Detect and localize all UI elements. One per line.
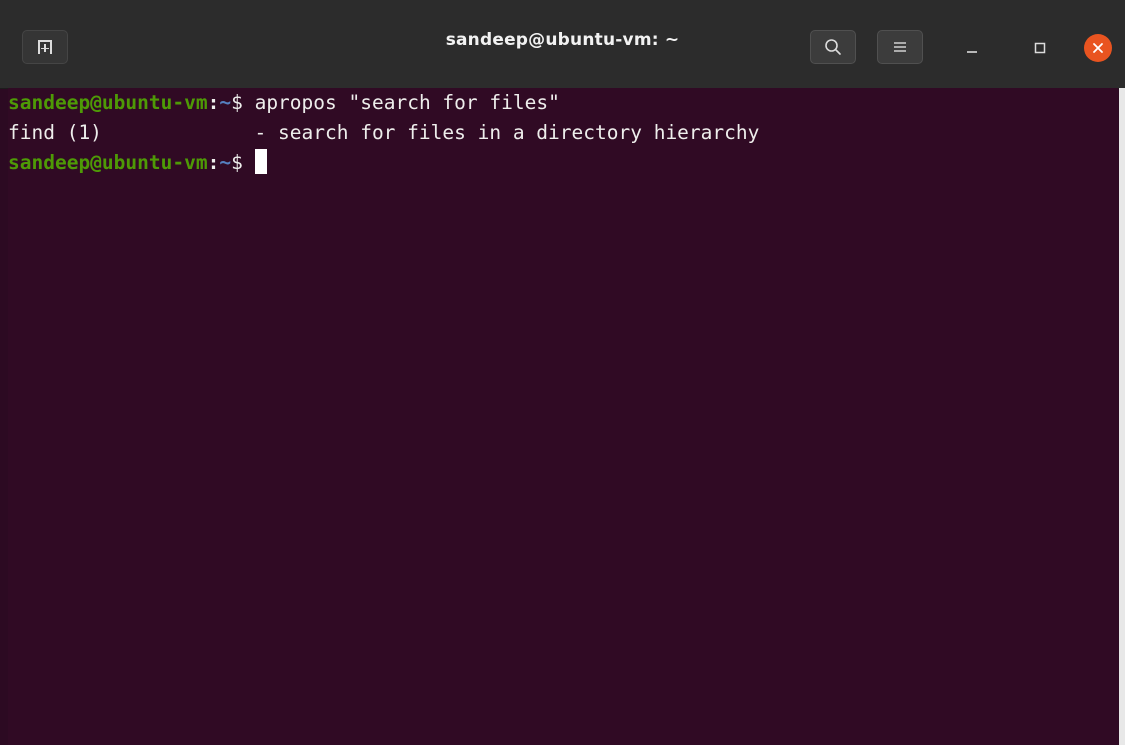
- terminal-output[interactable]: sandeep@ubuntu-vm:~$ apropos "search for…: [8, 88, 1118, 745]
- close-button[interactable]: [1084, 34, 1112, 62]
- prompt-colon: :: [207, 91, 220, 114]
- prompt-user-host: sandeep@ubuntu-vm: [8, 151, 208, 174]
- scrollbar[interactable]: [1119, 88, 1125, 745]
- prompt-user-host: sandeep@ubuntu-vm: [8, 91, 208, 114]
- terminal-window: sandeep@ubuntu-vm: ~ sandeep@ubuntu-vm:~…: [0, 0, 1125, 745]
- hamburger-menu-icon: [894, 42, 906, 52]
- search-icon: [825, 39, 841, 55]
- minimize-icon: [967, 51, 977, 53]
- prompt-sign: $: [231, 151, 255, 174]
- maximize-icon: [1034, 42, 1046, 54]
- command-text: apropos "search for files": [254, 91, 560, 114]
- titlebar[interactable]: sandeep@ubuntu-vm: ~: [0, 0, 1125, 89]
- prompt-path: ~: [219, 151, 232, 174]
- prompt-path: ~: [219, 91, 232, 114]
- window-title: sandeep@ubuntu-vm: ~: [445, 30, 680, 50]
- close-icon: [1093, 43, 1103, 53]
- terminal-line-command: sandeep@ubuntu-vm:~$ apropos "search for…: [8, 88, 1118, 118]
- menu-button[interactable]: [877, 30, 923, 64]
- prompt-colon: :: [207, 151, 220, 174]
- text-cursor: [254, 149, 267, 174]
- search-button[interactable]: [810, 30, 856, 64]
- minimize-button[interactable]: [958, 34, 986, 62]
- terminal-line-output: find (1) - search for files in a directo…: [8, 121, 760, 144]
- prompt-sign: $: [231, 91, 255, 114]
- maximize-button[interactable]: [1026, 34, 1054, 62]
- terminal-line-prompt: sandeep@ubuntu-vm:~$: [8, 148, 1118, 178]
